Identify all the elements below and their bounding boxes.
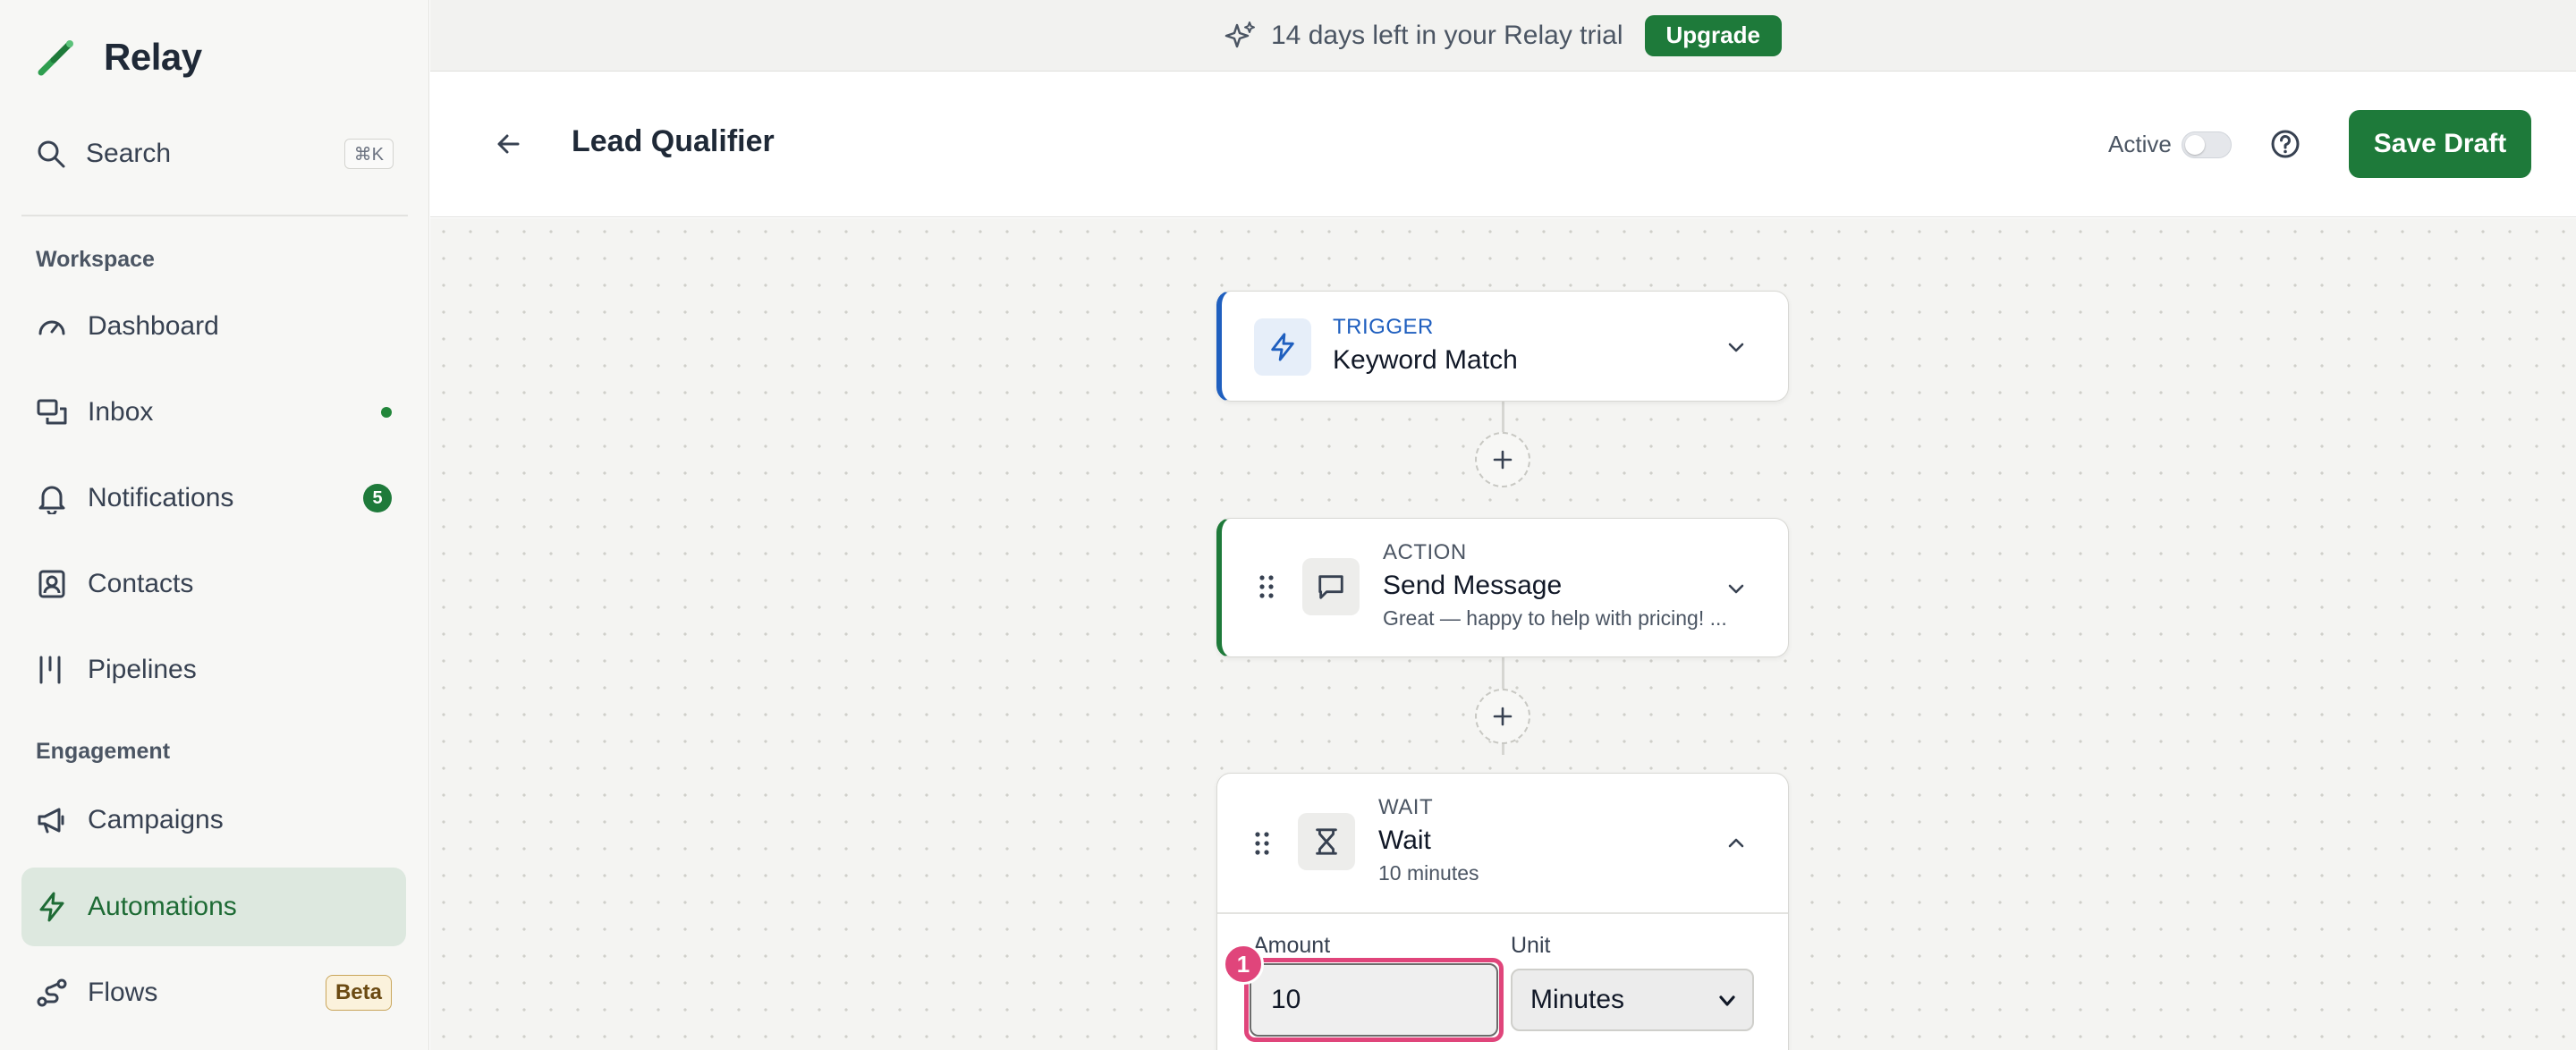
sidebar-item-label: Flows bbox=[88, 978, 158, 1007]
node-title: Send Message bbox=[1383, 571, 1563, 600]
chevron-down-icon bbox=[1728, 584, 1744, 594]
dashboard-icon bbox=[38, 320, 65, 335]
node-kind-label: WAIT bbox=[1378, 795, 1434, 819]
drag-handle[interactable] bbox=[1251, 827, 1273, 859]
sidebar-item-inbox[interactable]: Inbox bbox=[21, 373, 406, 452]
node-kind-label: ACTION bbox=[1383, 540, 1467, 564]
sidebar-item-label: Automations bbox=[88, 892, 237, 921]
node-title: Wait bbox=[1378, 826, 1431, 855]
lightning-icon bbox=[39, 892, 64, 922]
active-toggle[interactable] bbox=[2182, 131, 2232, 158]
search-icon bbox=[38, 140, 65, 168]
add-step-button[interactable] bbox=[1475, 432, 1530, 487]
section-label-workspace: Workspace bbox=[36, 247, 155, 272]
amount-label: Amount bbox=[1253, 933, 1331, 958]
node-subtitle: 10 minutes bbox=[1378, 861, 1479, 885]
sidebar-item-label: Notifications bbox=[88, 483, 234, 512]
chevron-down-icon bbox=[1719, 995, 1735, 1006]
sidebar-item-automations[interactable]: Automations bbox=[21, 868, 406, 946]
sidebar-item-dashboard[interactable]: Dashboard bbox=[21, 287, 406, 366]
sidebar-item-notifications[interactable]: Notifications 5 bbox=[21, 459, 406, 538]
automation-header: Lead Qualifier Active Save Draft bbox=[430, 72, 2576, 217]
lightning-icon bbox=[1271, 333, 1294, 361]
sparkles-icon bbox=[1224, 21, 1255, 47]
trial-text: 14 days left in your Relay trial bbox=[1271, 20, 1623, 50]
node-title: Keyword Match bbox=[1333, 345, 1518, 375]
inbox-icon bbox=[37, 399, 67, 425]
page-title: Lead Qualifier bbox=[572, 124, 775, 158]
expand-button[interactable] bbox=[1720, 331, 1752, 363]
arrow-left-icon bbox=[497, 134, 520, 154]
drag-handle[interactable] bbox=[1256, 571, 1277, 603]
plus-icon bbox=[1493, 707, 1513, 726]
active-toggle-label: Active bbox=[2108, 131, 2172, 157]
trial-banner: 14 days left in your Relay trial Upgrade bbox=[430, 0, 2576, 72]
app-name: Relay bbox=[104, 36, 202, 78]
chevron-down-icon bbox=[1728, 343, 1744, 352]
help-button[interactable] bbox=[2267, 126, 2303, 162]
notification-count-badge: 5 bbox=[363, 484, 392, 512]
search-label: Search bbox=[86, 139, 172, 168]
relay-logo-icon bbox=[38, 40, 73, 76]
message-icon bbox=[1318, 575, 1343, 599]
save-draft-button[interactable]: Save Draft bbox=[2349, 110, 2531, 178]
chevron-up-icon bbox=[1728, 838, 1744, 848]
expand-button[interactable] bbox=[1720, 572, 1752, 605]
beta-badge: Beta bbox=[325, 975, 392, 1011]
help-icon bbox=[2271, 130, 2300, 158]
trigger-node[interactable]: TRIGGER Keyword Match bbox=[1216, 291, 1789, 402]
megaphone-icon bbox=[38, 808, 64, 834]
sidebar-divider bbox=[21, 215, 408, 216]
brand[interactable]: Relay bbox=[36, 36, 202, 79]
grip-icon bbox=[1255, 832, 1269, 855]
flow-canvas[interactable]: TRIGGER Keyword Match ACTION Send Messag… bbox=[430, 218, 2576, 1050]
unread-dot bbox=[381, 407, 392, 418]
sidebar: Relay Search ⌘K Workspace Dashboard Inbo… bbox=[0, 0, 429, 1050]
sidebar-item-label: Pipelines bbox=[88, 655, 197, 684]
add-step-button[interactable] bbox=[1475, 689, 1530, 744]
contacts-icon bbox=[38, 570, 65, 598]
toggle-knob bbox=[2185, 135, 2205, 155]
node-subtitle: Great — happy to help with pricing! ... bbox=[1383, 606, 1727, 630]
action-icon-box bbox=[1302, 558, 1360, 615]
grip-icon bbox=[1259, 575, 1274, 598]
flows-icon bbox=[37, 978, 67, 1007]
sidebar-item-label: Campaigns bbox=[88, 805, 224, 834]
sidebar-item-label: Dashboard bbox=[88, 311, 219, 341]
node-kind-label: TRIGGER bbox=[1333, 315, 1434, 339]
sidebar-item-contacts[interactable]: Contacts bbox=[21, 545, 406, 623]
trigger-icon-box bbox=[1254, 318, 1311, 376]
node-divider bbox=[1217, 912, 1788, 914]
sidebar-item-flows[interactable]: Flows Beta bbox=[21, 953, 406, 1032]
sidebar-item-label: Inbox bbox=[88, 397, 154, 427]
sidebar-item-campaigns[interactable]: Campaigns bbox=[21, 781, 406, 859]
amount-input[interactable] bbox=[1250, 963, 1498, 1037]
sidebar-item-pipelines[interactable]: Pipelines bbox=[21, 631, 406, 709]
plus-icon bbox=[1493, 450, 1513, 470]
wait-node[interactable]: WAIT Wait 10 minutes Amount Unit 1 Minut… bbox=[1216, 773, 1789, 1050]
unit-select-value: Minutes bbox=[1530, 985, 1625, 1014]
bell-icon bbox=[38, 486, 65, 514]
sidebar-item-label: Contacts bbox=[88, 569, 194, 598]
search-shortcut: ⌘K bbox=[343, 139, 394, 169]
wait-icon-box bbox=[1298, 813, 1355, 870]
unit-select[interactable]: Minutes bbox=[1511, 969, 1754, 1031]
back-button[interactable] bbox=[489, 124, 529, 164]
upgrade-button[interactable]: Upgrade bbox=[1644, 14, 1782, 56]
search-button[interactable]: Search ⌘K bbox=[36, 132, 394, 175]
collapse-button[interactable] bbox=[1720, 827, 1752, 859]
section-label-engagement: Engagement bbox=[36, 739, 171, 764]
hourglass-icon bbox=[1316, 828, 1337, 855]
action-node[interactable]: ACTION Send Message Great — happy to hel… bbox=[1216, 518, 1789, 657]
highlight-number-badge: 1 bbox=[1223, 944, 1264, 985]
pipelines-icon bbox=[39, 656, 61, 684]
unit-label: Unit bbox=[1511, 933, 1551, 958]
